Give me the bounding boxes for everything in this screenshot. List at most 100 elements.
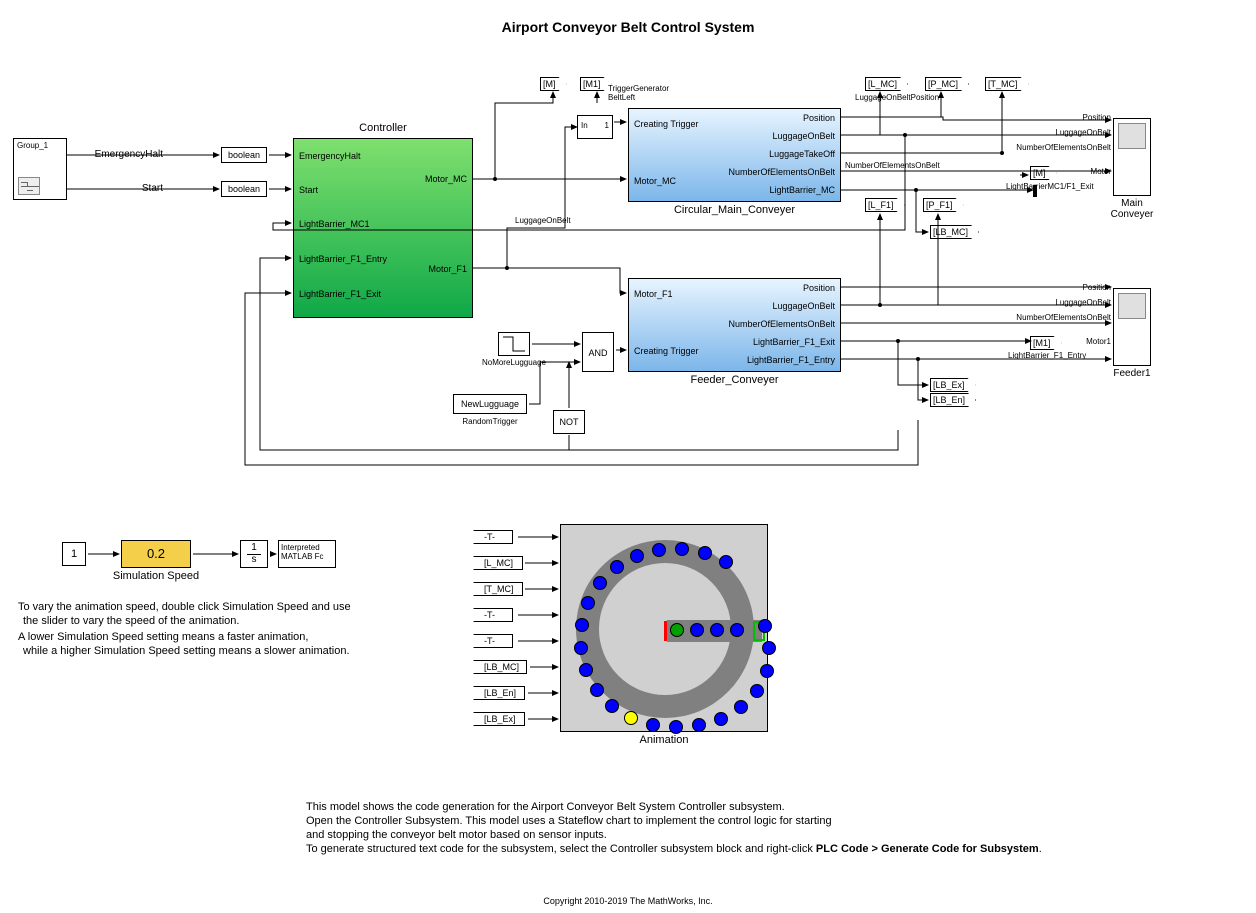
controller-block[interactable]: EmergencyHalt Start LightBarrier_MC1 Lig…: [293, 138, 473, 318]
scope-f1-p2: LuggageOnBelt: [1048, 298, 1111, 307]
sim-speed-label: Simulation Speed: [106, 570, 206, 582]
start-label: Start: [93, 183, 163, 194]
feeder-dot: [710, 623, 724, 637]
anim-tag-2[interactable]: [L_MC]: [473, 556, 523, 570]
lug-dot: [593, 576, 607, 590]
tag-lb-en[interactable]: [LB_En]: [930, 393, 976, 407]
lug-dot: [590, 683, 604, 697]
tag-lb-mc[interactable]: [LB_MC]: [930, 225, 979, 239]
fc-out5: LightBarrier_F1_Entry: [747, 355, 835, 365]
not-block[interactable]: NOT: [553, 410, 585, 434]
mc-in1: Creating Trigger: [634, 119, 699, 129]
ctrl-in-start: Start: [299, 185, 318, 195]
tag-t-mc[interactable]: [T_MC]: [985, 77, 1029, 91]
scope-main[interactable]: [1113, 118, 1151, 196]
fc-out4: LightBarrier_F1_Exit: [753, 337, 835, 347]
copyright: Copyright 2010-2019 The MathWorks, Inc.: [0, 896, 1256, 906]
ctrl-out-f1: Motor_F1: [428, 264, 467, 274]
lug-dot: [675, 542, 689, 556]
desc-4b: PLC Code > Generate Code for Subsystem: [816, 843, 1039, 855]
signal-builder-block[interactable]: Group_1: [13, 138, 67, 200]
tag-l-f1[interactable]: [L_F1]: [865, 198, 905, 212]
lug-dot: [692, 718, 706, 732]
lug-dot: [574, 641, 588, 655]
anim-tag-5[interactable]: -T-: [473, 634, 513, 648]
anim-tag-3[interactable]: [T_MC]: [473, 582, 523, 596]
tag-l-mc[interactable]: [L_MC]: [865, 77, 908, 91]
lug-dot: [652, 543, 666, 557]
help-3: A lower Simulation Speed setting means a…: [18, 630, 308, 644]
group-label: Group_1: [17, 141, 48, 150]
desc-2: Open the Controller Subsystem. This mode…: [306, 814, 832, 828]
anim-tag-4[interactable]: -T-: [473, 608, 513, 622]
anim-tag-7[interactable]: [LB_En]: [473, 686, 525, 700]
desc-3: and stopping the conveyor belt motor bas…: [306, 828, 607, 842]
ctrl-in-lb-mc1: LightBarrier_MC1: [299, 219, 370, 229]
tag-m[interactable]: [M]: [540, 77, 567, 91]
desc-4c: .: [1039, 843, 1042, 855]
scope-f1-p1: Position: [1073, 283, 1111, 292]
mc-out4: NumberOfElementsOnBelt: [728, 167, 835, 177]
help-1: To vary the animation speed, double clic…: [18, 600, 351, 614]
controller-title: Controller: [293, 122, 473, 134]
mc-out1: Position: [803, 113, 835, 123]
tg-in: In: [581, 121, 588, 130]
fc-in2: Creating Trigger: [634, 346, 699, 356]
lug-dot: [669, 720, 683, 734]
boolean-conv-2[interactable]: boolean: [221, 181, 267, 197]
anim-tag-1[interactable]: -T-: [473, 530, 513, 544]
signal-builder-icon: [18, 177, 40, 195]
tag-lb-ex[interactable]: [LB_Ex]: [930, 378, 976, 392]
int-s: s: [247, 554, 261, 565]
main-conveyer-block[interactable]: Creating Trigger Motor_MC Position Lugga…: [628, 108, 841, 202]
matlab-fcn-block[interactable]: Interpreted MATLAB Fc: [278, 540, 336, 568]
lug-dot: [698, 546, 712, 560]
fc-out1: Position: [803, 283, 835, 293]
entry-marker: [664, 621, 667, 641]
lob-pos-label: LuggageOnBeltPosition: [855, 93, 939, 102]
lug-dot: [630, 549, 644, 563]
scope-f1-p3: NumberOfElementsOnBelt: [1013, 313, 1111, 322]
lug-dot: [646, 718, 660, 732]
anim-tag-6[interactable]: [LB_MC]: [473, 660, 527, 674]
lug-dot: [575, 618, 589, 632]
ctrl-out-mc: Motor_MC: [425, 174, 467, 184]
lug-dot: [579, 663, 593, 677]
mc-out2: LuggageOnBelt: [772, 131, 835, 141]
sim-speed-block[interactable]: 0.2: [121, 540, 191, 568]
feeder-conveyer-block[interactable]: Motor_F1 Creating Trigger Position Lugga…: [628, 278, 841, 372]
boolean-conv-1[interactable]: boolean: [221, 147, 267, 163]
scope-feeder[interactable]: [1113, 288, 1151, 366]
tag-m1[interactable]: [M1]: [580, 77, 612, 91]
lug-dot-yellow: [624, 711, 638, 725]
anim-tag-8[interactable]: [LB_Ex]: [473, 712, 525, 726]
desc-4a: To generate structured text code for the…: [306, 843, 816, 855]
lb-f1-entry-label: LightBarrier_F1_Entry: [1008, 351, 1086, 360]
tag-m-out[interactable]: [M]: [1030, 166, 1057, 180]
page-title: Airport Conveyor Belt Control System: [0, 19, 1256, 35]
feeder-conv-title: Feeder_Conveyer: [628, 374, 841, 386]
integrator-block[interactable]: 1 s: [240, 540, 268, 568]
lug-dot: [750, 684, 764, 698]
num-elements-label: NumberOfElementsOnBelt: [845, 161, 940, 170]
scope-main-p4: Motor: [1073, 167, 1111, 176]
tag-p-f1[interactable]: [P_F1]: [923, 198, 964, 212]
nomore-block[interactable]: [498, 332, 530, 356]
tag-p-mc[interactable]: [P_MC]: [925, 77, 969, 91]
help-2: the slider to vary the speed of the anim…: [23, 614, 239, 628]
rand-trigger-label: RandomTrigger: [453, 417, 527, 426]
tag-m1-out[interactable]: [M1]: [1030, 336, 1062, 350]
ctrl-in-lb-f1x: LightBarrier_F1_Exit: [299, 289, 381, 299]
lug-dot: [605, 699, 619, 713]
lug-dot: [719, 555, 733, 569]
desc-1: This model shows the code generation for…: [306, 800, 785, 814]
lug-dot: [714, 712, 728, 726]
trigger-gen-block[interactable]: In 1: [577, 115, 613, 139]
lug-dot: [758, 619, 772, 633]
feeder-dot: [670, 623, 684, 637]
nomore-label: NoMoreLugguage: [454, 358, 574, 367]
new-lug-block[interactable]: NewLugguage: [453, 394, 527, 414]
tg-one: 1: [605, 121, 609, 130]
sim-const[interactable]: 1: [62, 542, 86, 566]
and-block[interactable]: AND: [582, 332, 614, 372]
